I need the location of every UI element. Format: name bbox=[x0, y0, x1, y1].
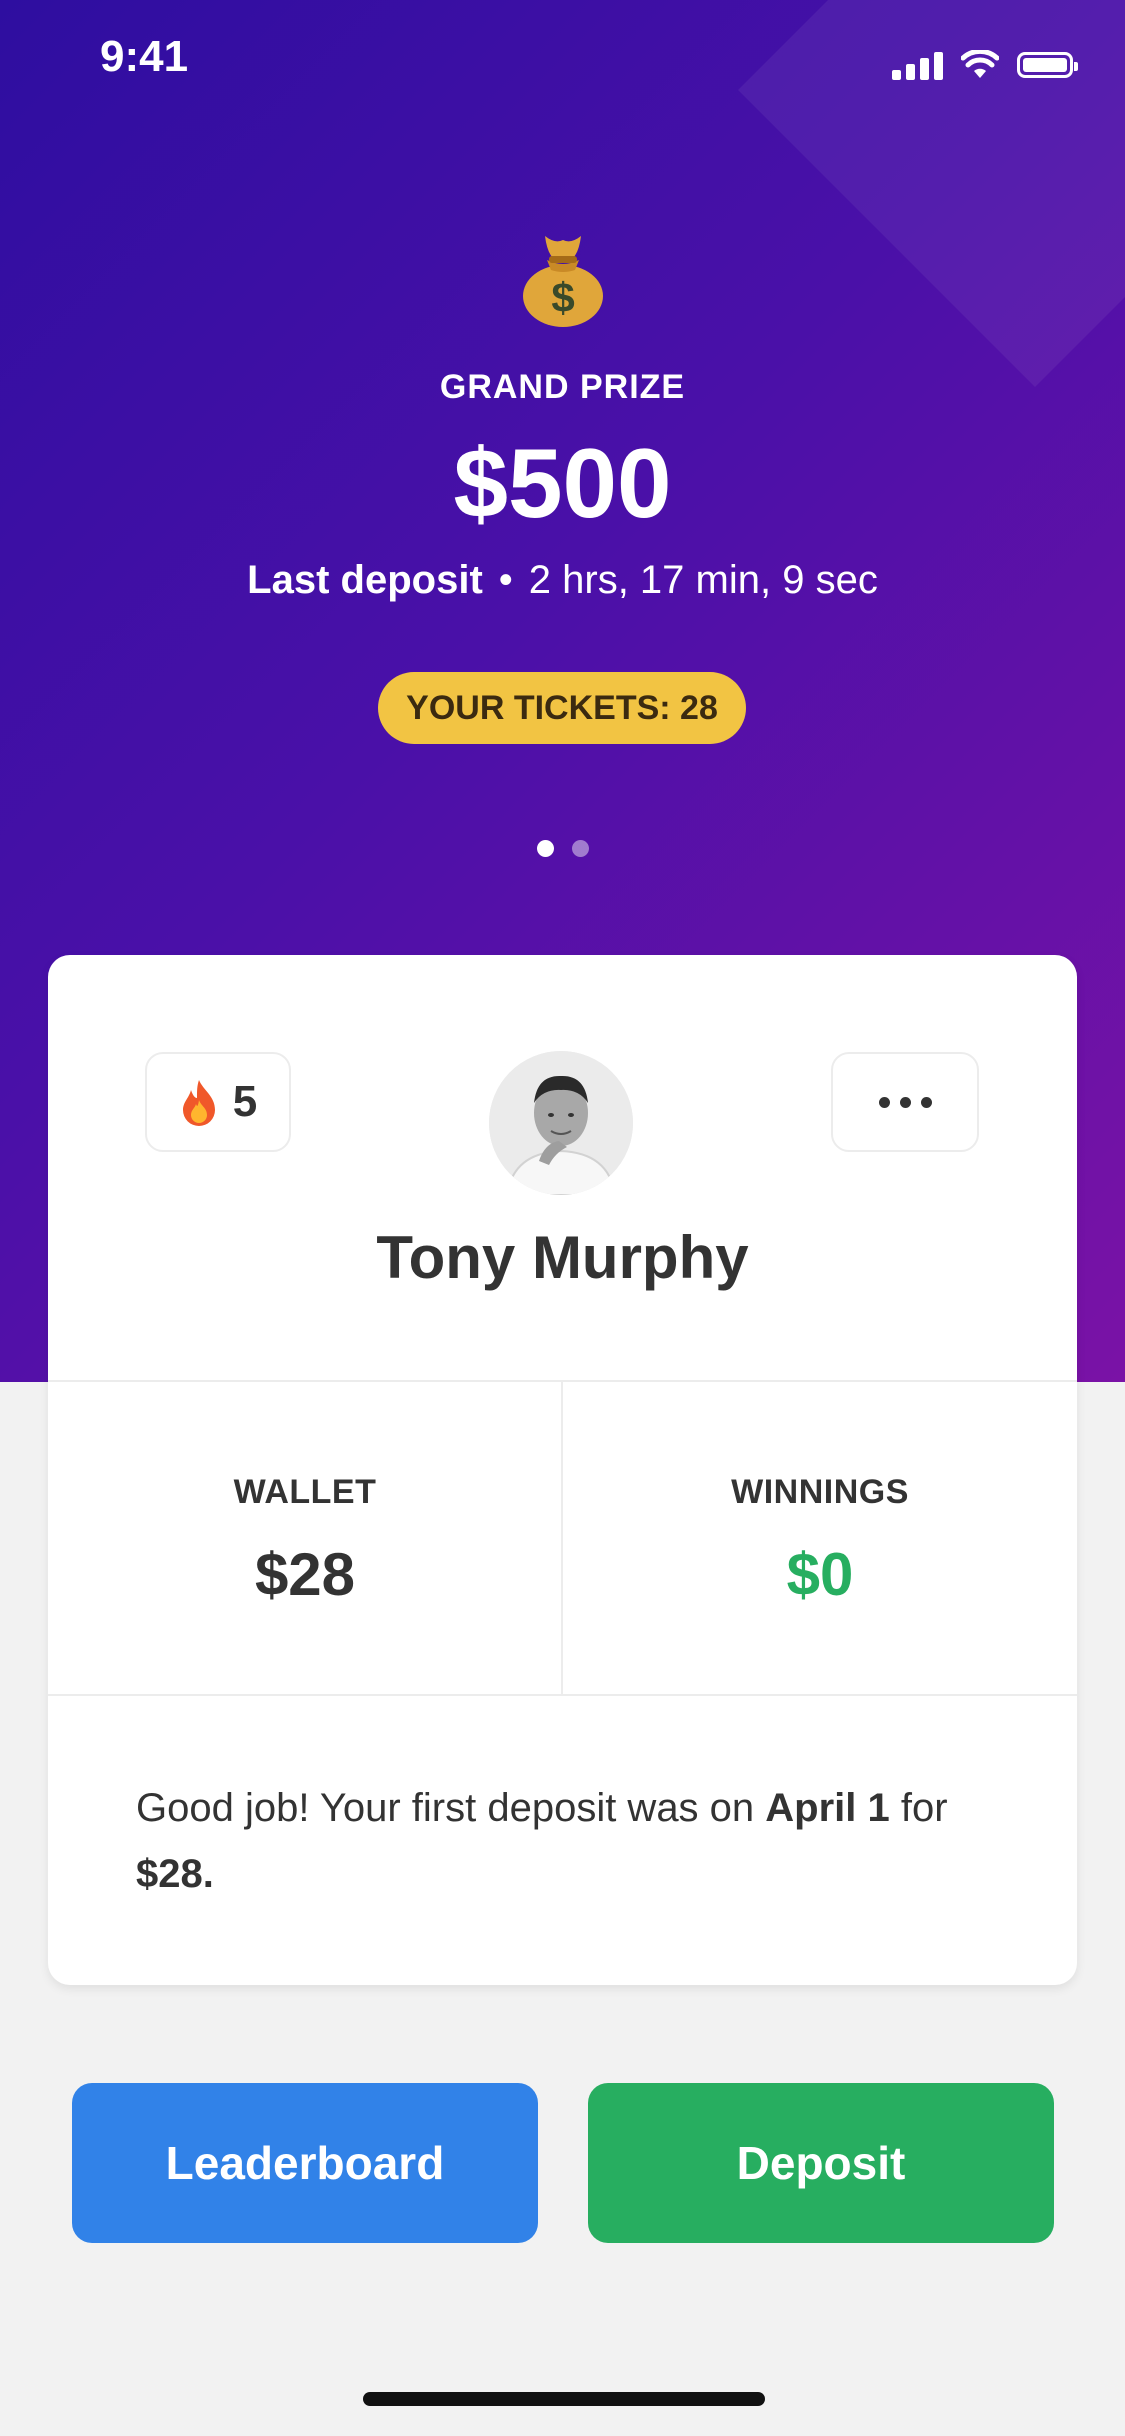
money-bag-icon: $ bbox=[523, 236, 603, 327]
status-icons bbox=[892, 50, 1078, 80]
grand-prize-label: GRAND PRIZE bbox=[439, 368, 686, 406]
page-indicator[interactable] bbox=[0, 840, 1125, 857]
battery-icon bbox=[1017, 52, 1078, 78]
last-deposit-info: Last deposit • 2 hrs, 17 min, 9 sec bbox=[0, 558, 1125, 603]
profile-card: 5 Tony Murphy WALLET $28 WINNINGS $0 Goo… bbox=[48, 955, 1077, 1985]
divider bbox=[561, 1382, 563, 1694]
status-bar: 9:41 bbox=[0, 0, 1125, 130]
more-options-button[interactable] bbox=[831, 1052, 979, 1152]
status-time: 9:41 bbox=[100, 32, 189, 81]
separator-dot: • bbox=[498, 558, 513, 602]
cellular-signal-icon bbox=[892, 50, 943, 80]
svg-text:$: $ bbox=[551, 274, 574, 321]
wallet-value: $28 bbox=[254, 1541, 356, 1608]
divider bbox=[48, 1694, 1077, 1696]
user-photo bbox=[489, 1051, 633, 1195]
home-indicator[interactable] bbox=[363, 2392, 765, 2406]
tickets-badge: YOUR TICKETS: 28 bbox=[378, 672, 746, 744]
wifi-icon bbox=[961, 50, 999, 78]
wallet-label: WALLET bbox=[233, 1473, 377, 1511]
winnings-value: $0 bbox=[786, 1541, 854, 1608]
fire-icon bbox=[182, 1080, 215, 1126]
streak-count: 5 bbox=[232, 1077, 258, 1126]
avatar[interactable] bbox=[489, 1051, 633, 1195]
first-deposit-date: April 1 bbox=[765, 1786, 890, 1830]
first-deposit-amount: $28. bbox=[136, 1852, 214, 1896]
ellipsis-icon bbox=[878, 1096, 890, 1108]
winnings-label: WINNINGS bbox=[731, 1473, 909, 1511]
deposit-button[interactable]: Deposit bbox=[588, 2083, 1054, 2243]
leaderboard-button[interactable]: Leaderboard bbox=[72, 2083, 538, 2243]
grand-prize-amount: $500 bbox=[453, 428, 672, 538]
last-deposit-time: 2 hrs, 17 min, 9 sec bbox=[528, 558, 878, 602]
streak-badge[interactable]: 5 bbox=[145, 1052, 291, 1152]
page-dot-active[interactable] bbox=[536, 840, 554, 857]
last-deposit-label: Last deposit bbox=[247, 558, 483, 602]
user-name: Tony Murphy bbox=[376, 1224, 749, 1291]
page-dot[interactable] bbox=[571, 840, 589, 857]
deposit-message: Good job! Your first deposit was on Apri… bbox=[136, 1786, 948, 1896]
